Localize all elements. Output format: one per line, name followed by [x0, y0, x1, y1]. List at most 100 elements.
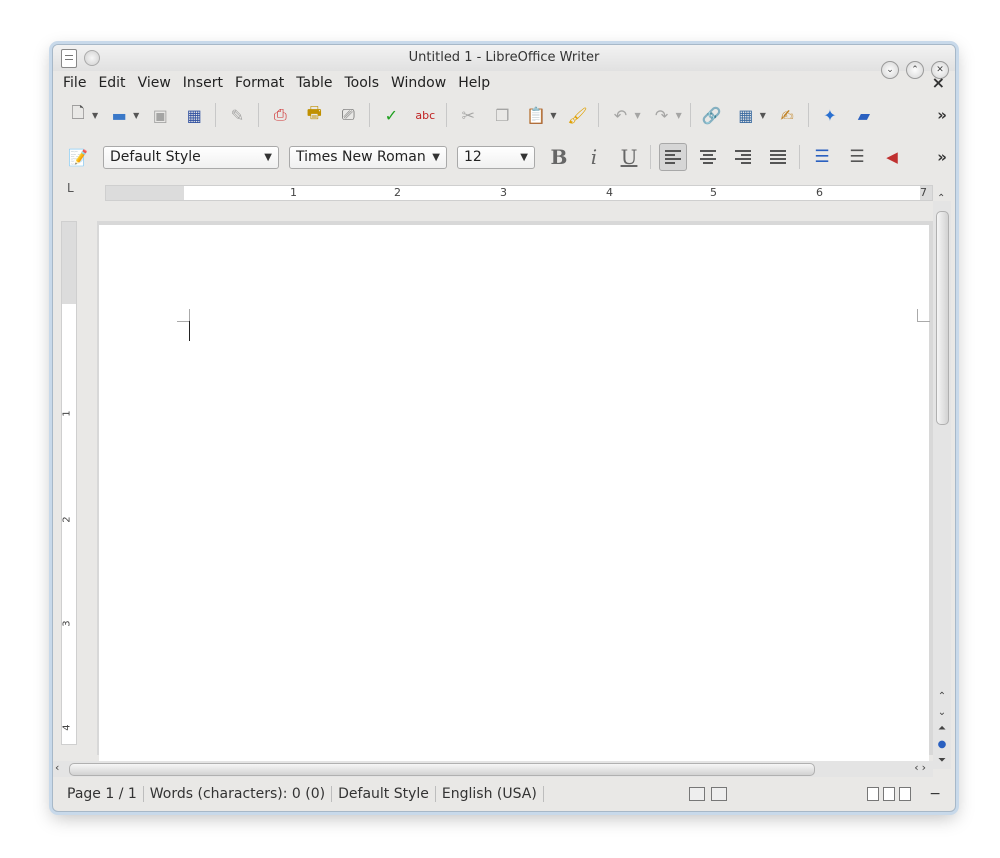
menu-file[interactable]: File — [63, 75, 86, 91]
ruler-number: 2 — [61, 516, 73, 523]
document-page[interactable] — [99, 225, 930, 765]
tab-stop-selector[interactable]: L — [67, 181, 74, 195]
print-preview-icon: ⎚ — [341, 105, 355, 124]
new-document-button[interactable]: 🗋 — [65, 102, 91, 128]
justify-button[interactable] — [764, 143, 792, 171]
folder-icon: ▬ — [111, 105, 127, 125]
next-page-icon[interactable]: ⏷ — [938, 753, 946, 769]
formatting-toolbar-overflow-button[interactable]: » — [937, 148, 947, 166]
font-size-select[interactable]: 12 ▼ — [457, 145, 535, 169]
clone-formatting-button[interactable]: 🖌 — [564, 102, 590, 128]
ruler-number: 1 — [61, 410, 73, 417]
scissors-icon: ✂ — [461, 105, 476, 125]
export-pdf-button[interactable]: ⎙ — [267, 102, 293, 128]
paste-dropdown[interactable]: ▼ — [550, 111, 556, 120]
scroll-right-icon[interactable]: ‹› — [914, 761, 929, 774]
vertical-scrollbar[interactable]: ⌃ ⌃ ⌄ ⏶ ● ⏷ — [933, 193, 951, 769]
toolbar-separator — [446, 103, 448, 127]
horizontal-scrollbar[interactable]: ‹ ‹› — [53, 761, 933, 777]
insert-table-dropdown[interactable]: ▼ — [760, 111, 766, 120]
page-style[interactable]: Default Style — [332, 786, 436, 802]
hyperlink-button[interactable]: 🔗 — [699, 102, 725, 128]
standard-toolbar-overflow-button[interactable]: » — [937, 106, 947, 124]
scroll-up-icon[interactable]: ⌃ — [937, 193, 945, 204]
horizontal-scroll-thumb[interactable] — [69, 763, 815, 776]
numbering-button[interactable]: ☰ — [808, 143, 836, 171]
menu-format[interactable]: Format — [235, 75, 284, 91]
scroll-left-icon[interactable]: ‹ — [55, 761, 59, 774]
title-bar: Untitled 1 - LibreOffice Writer — [53, 45, 955, 71]
ruler-number: 3 — [500, 186, 507, 199]
styles-formatting-button[interactable]: 📝 — [65, 144, 91, 170]
bold-icon: B — [550, 145, 568, 169]
save-button[interactable]: ▣ — [147, 102, 173, 128]
menu-help[interactable]: Help — [458, 75, 490, 91]
decrease-indent-button[interactable]: ◀ — [878, 143, 906, 171]
paragraph-style-select[interactable]: Default Style ▼ — [103, 145, 279, 169]
print-preview-button[interactable]: ⎚ — [335, 102, 361, 128]
bold-button[interactable]: B — [545, 143, 573, 171]
undo-dropdown[interactable]: ▼ — [634, 111, 640, 120]
insert-mode-icon[interactable] — [689, 787, 706, 801]
text-language[interactable]: English (USA) — [436, 786, 544, 802]
previous-page-icon[interactable]: ⏶ — [938, 721, 946, 737]
menu-table[interactable]: Table — [296, 75, 332, 91]
menu-insert[interactable]: Insert — [183, 75, 223, 91]
new-document-dropdown[interactable]: ▼ — [92, 111, 98, 120]
font-name-select[interactable]: Times New Roman ▼ — [289, 145, 447, 169]
cut-button[interactable]: ✂ — [455, 102, 481, 128]
undo-button[interactable]: ↶ — [607, 102, 633, 128]
align-right-button[interactable] — [729, 143, 757, 171]
vertical-scroll-thumb[interactable] — [936, 211, 949, 425]
hyperlink-icon: 🔗 — [701, 105, 722, 125]
ruler-number: 5 — [710, 186, 717, 199]
print-direct-button[interactable]: 🖶 — [301, 102, 327, 128]
ruler-number: 2 — [394, 186, 401, 199]
copy-button[interactable]: ❐ — [489, 102, 515, 128]
chevron-up-icon[interactable]: ⌃ — [938, 689, 946, 705]
selection-mode-icon[interactable] — [711, 787, 728, 801]
auto-spellcheck-button[interactable]: abc — [412, 102, 438, 128]
close-document-button[interactable]: × — [932, 73, 945, 92]
toolbar-separator — [650, 145, 651, 169]
open-dropdown[interactable]: ▼ — [133, 111, 139, 120]
horizontal-ruler[interactable]: 1 2 3 4 5 6 7 — [105, 185, 933, 201]
standard-toolbar: 🗋 ▼ ▬ ▼ ▣ ▦ ✎ ⎙ 🖶 ⎚ ✓ abc ✂ ❐ 📋 ▼ 🖌 ↶ ▼ … — [53, 97, 955, 133]
redo-icon: ↷ — [654, 105, 669, 125]
navigation-icon[interactable]: ● — [938, 737, 947, 753]
ruler-top-margin — [62, 222, 76, 304]
menu-view[interactable]: View — [138, 75, 171, 91]
spellcheck-button[interactable]: ✓ — [378, 102, 404, 128]
word-count[interactable]: Words (characters): 0 (0) — [144, 786, 333, 802]
gallery-icon: ▰ — [857, 105, 871, 125]
open-button[interactable]: ▬ — [106, 102, 132, 128]
gallery-button[interactable]: ▰ — [851, 102, 877, 128]
navigator-button[interactable]: ✦ — [817, 102, 843, 128]
underline-icon: U — [620, 145, 638, 169]
chevron-down-icon[interactable]: ⌄ — [938, 705, 946, 721]
zoom-out-button[interactable]: − — [929, 786, 941, 802]
paste-button[interactable]: 📋 — [523, 102, 549, 128]
align-left-button[interactable] — [659, 143, 687, 171]
vertical-ruler[interactable]: 1 2 3 4 — [61, 221, 77, 745]
menu-tools[interactable]: Tools — [345, 75, 380, 91]
draw-functions-button[interactable]: ✍ — [774, 102, 800, 128]
copy-icon: ❐ — [495, 105, 510, 125]
underline-button[interactable]: U — [615, 143, 643, 171]
page-count[interactable]: Page 1 / 1 — [61, 786, 144, 802]
edit-mode-button[interactable]: ✎ — [224, 102, 250, 128]
redo-dropdown[interactable]: ▼ — [676, 111, 682, 120]
multi-page-view-icon[interactable] — [883, 787, 896, 801]
save-as-button[interactable]: ▦ — [181, 102, 207, 128]
undo-icon: ↶ — [613, 105, 628, 125]
insert-table-button[interactable]: ▦ — [733, 102, 759, 128]
align-center-button[interactable] — [694, 143, 722, 171]
single-page-view-icon[interactable] — [867, 787, 880, 801]
menu-edit[interactable]: Edit — [98, 75, 125, 91]
paintbrush-icon: 🖌 — [567, 105, 588, 125]
book-view-icon[interactable] — [899, 787, 912, 801]
redo-button[interactable]: ↷ — [649, 102, 675, 128]
menu-window[interactable]: Window — [391, 75, 446, 91]
italic-button[interactable]: i — [580, 143, 608, 171]
bullets-button[interactable]: ☰ — [843, 143, 871, 171]
